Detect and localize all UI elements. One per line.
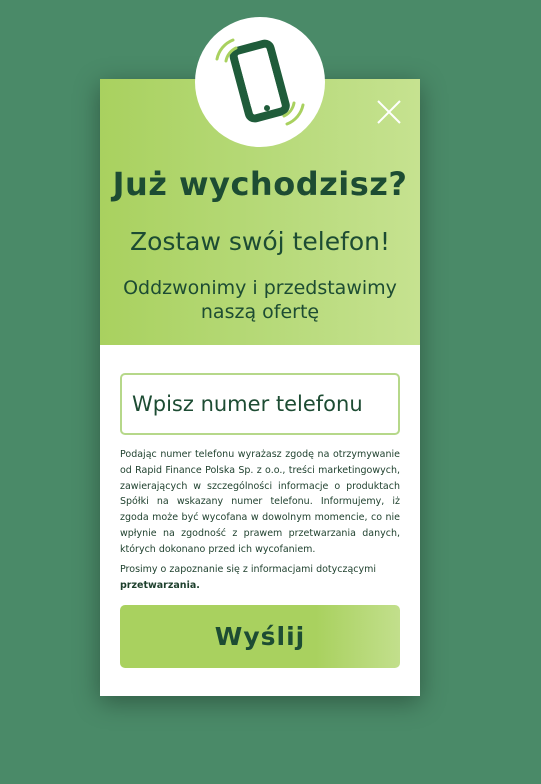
modal-title: Już wychodzisz? [112,165,408,203]
consent-text: Podając numer telefonu wyrażasz zgodę na… [120,449,400,555]
privacy-link[interactable]: przetwarzania. [120,580,200,591]
page-backdrop: Już wychodzisz? Zostaw swój telefon! Odd… [0,0,541,784]
phone-number-input[interactable] [120,373,400,435]
phone-badge [195,17,325,147]
modal-description: Oddzwonimy i przedstawimy naszą ofertę [123,277,397,323]
ringing-phone-icon [215,38,305,126]
exit-intent-modal: Już wychodzisz? Zostaw swój telefon! Odd… [100,79,420,696]
close-button[interactable] [374,97,404,127]
submit-button[interactable]: Wyślij [120,605,400,668]
close-icon [377,100,401,124]
privacy-info: Prosimy o zapoznanie się z informacjami … [120,562,400,594]
modal-subtitle: Zostaw swój telefon! [129,227,391,256]
privacy-info-text: Prosimy o zapoznanie się z informacjami … [120,564,377,575]
